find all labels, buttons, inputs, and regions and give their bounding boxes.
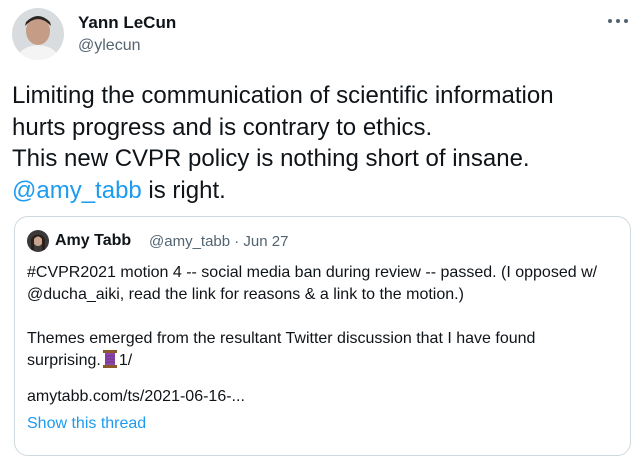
- tweet-line-1: Limiting the communication of scientific…: [12, 82, 554, 109]
- mention-amy-tabb[interactable]: @amy_tabb: [12, 177, 142, 204]
- more-options-icon[interactable]: [608, 12, 628, 30]
- quoted-p1-line1: #CVPR2021 motion 4 -- social media ban d…: [27, 264, 598, 281]
- tweet-line-3: This new CVPR policy is nothing short of…: [12, 145, 530, 172]
- quoted-p2-start: surprising.: [27, 352, 101, 369]
- quoted-author-avatar[interactable]: [27, 230, 49, 252]
- tweet-text: Limiting the communication of scientific…: [12, 80, 630, 206]
- author-handle[interactable]: @ylecun: [78, 37, 141, 55]
- quoted-link[interactable]: amytabb.com/ts/2021-06-16-...: [27, 388, 245, 406]
- show-thread-link[interactable]: Show this thread: [27, 415, 146, 433]
- quoted-author-name[interactable]: Amy Tabb: [55, 232, 131, 250]
- author-avatar[interactable]: [12, 8, 64, 60]
- mention-ducha-aiki[interactable]: @ducha_aiki: [27, 286, 120, 303]
- tweet-line-4: @amy_tabb is right.: [12, 175, 630, 207]
- author-name[interactable]: Yann LeCun: [78, 13, 176, 33]
- quoted-p1-rest: , read the link for reasons & a link to …: [119, 286, 464, 303]
- quoted-paragraph-2: Themes emerged from the resultant Twitte…: [27, 328, 622, 372]
- thread-spool-icon: [102, 350, 117, 368]
- quoted-author-handle-date[interactable]: @amy_tabb · Jun 27: [149, 233, 288, 250]
- tweet-line-2: hurts progress and is contrary to ethics…: [12, 113, 433, 141]
- quoted-tweet-text: #CVPR2021 motion 4 -- social media ban d…: [27, 262, 622, 372]
- quoted-p2-end: 1/: [118, 352, 133, 369]
- tweet-line-4-rest: is right.: [141, 176, 226, 204]
- quoted-p2-line1: Themes emerged from the resultant Twitte…: [27, 330, 536, 347]
- quoted-paragraph-1: #CVPR2021 motion 4 -- social media ban d…: [27, 262, 622, 306]
- quoted-tweet-card[interactable]: Amy Tabb @amy_tabb · Jun 27 #CVPR2021 mo…: [14, 216, 631, 456]
